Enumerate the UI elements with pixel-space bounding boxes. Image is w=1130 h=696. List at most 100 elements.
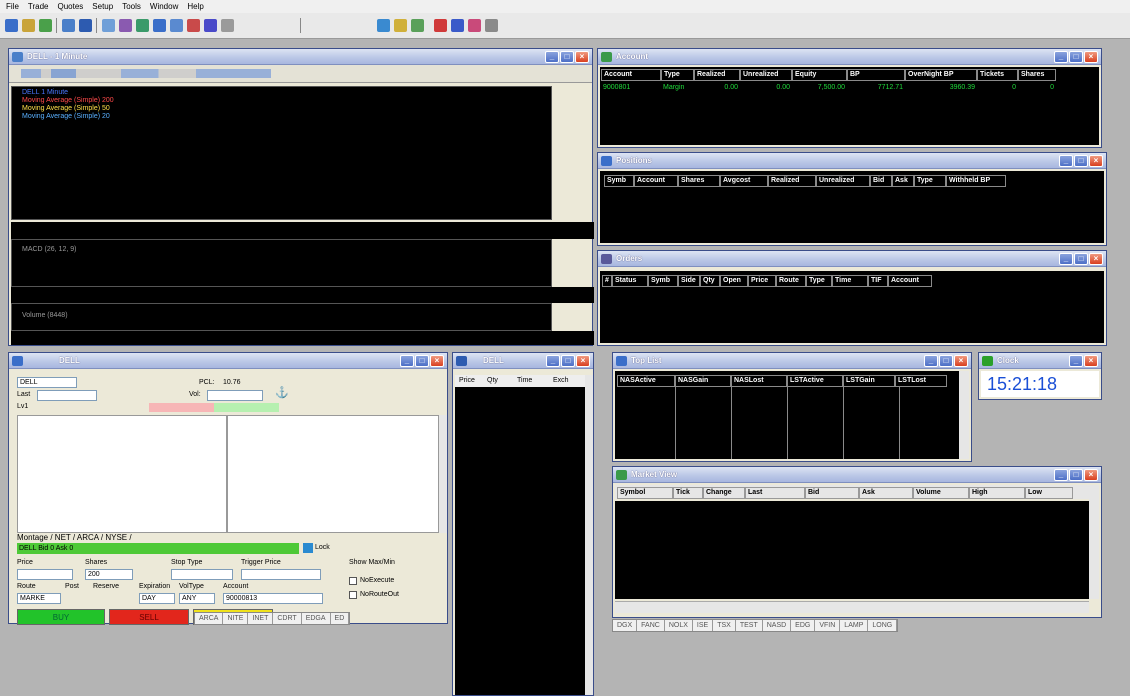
minimize-button[interactable]: _ [1054,469,1068,481]
column-header[interactable]: Type [914,175,946,187]
positions-icon[interactable] [102,19,115,32]
voltype-select[interactable]: ANY [179,593,215,604]
account-select[interactable]: 90000813 [223,593,323,604]
column-header[interactable]: Qty [487,375,517,387]
column-header[interactable]: LSTActive [787,375,843,387]
level2-bid-pane[interactable] [17,415,227,533]
toplist-titlebar[interactable]: Top List _ □ × [613,353,971,369]
column-header[interactable]: Open [720,275,748,287]
column-header[interactable]: Account [601,69,661,81]
maximize-button[interactable]: □ [939,355,953,367]
column-header[interactable]: Bid [870,175,892,187]
scanner-icon[interactable] [451,19,464,32]
connect-icon[interactable] [377,19,390,32]
maximize-button[interactable]: □ [1069,469,1083,481]
close-button[interactable]: × [430,355,444,367]
column-header[interactable]: Volume [913,487,969,499]
exchange-button[interactable]: EDG [791,620,816,631]
column-header[interactable]: Realized [694,69,740,81]
minimize-button[interactable]: _ [546,355,560,367]
arrow-icon[interactable] [187,19,200,32]
close-button[interactable]: × [576,355,590,367]
column-header[interactable]: Account [634,175,678,187]
chart-icon[interactable] [39,19,52,32]
market-hscrollbar[interactable] [615,601,1089,613]
orders-titlebar[interactable]: Orders _ □ × [598,251,1106,267]
column-header[interactable]: LSTLost [895,375,947,387]
maximize-button[interactable]: □ [1074,155,1088,167]
close-button[interactable]: × [1084,355,1098,367]
column-header[interactable]: Tickets [977,69,1018,81]
column-header[interactable]: Ask [892,175,914,187]
exchange-button[interactable]: EDGA [302,613,331,624]
menu-tools[interactable]: Tools [122,2,141,11]
clock-titlebar[interactable]: Clock _ × [979,353,1101,369]
exchange-button[interactable]: DGX [613,620,638,631]
column-header[interactable]: Price [748,275,776,287]
column-header[interactable]: Type [661,69,694,81]
exchange-tabs[interactable]: Montage / NET / ARCA / NYSE / [17,533,132,542]
montage-titlebar[interactable]: DELL _ □ × [9,353,447,369]
column-header[interactable]: Ask [859,487,913,499]
menu-trade[interactable]: Trade [28,2,49,11]
column-header[interactable]: Symb [648,275,678,287]
close-button[interactable]: × [575,51,589,63]
macd-pane[interactable]: MACD (26, 12, 9) [11,239,552,287]
menu-window[interactable]: Window [150,2,178,11]
maximize-button[interactable]: □ [561,355,575,367]
maximize-button[interactable]: □ [1069,51,1083,63]
alert-icon[interactable] [394,19,407,32]
montage-icon[interactable] [62,19,75,32]
column-header[interactable]: Change [703,487,745,499]
column-header[interactable]: Qty [700,275,720,287]
orders-icon[interactable] [119,19,132,32]
column-header[interactable]: NASActive [617,375,675,387]
exchange-button[interactable]: LAMP [840,620,869,631]
column-header[interactable]: High [969,487,1025,499]
column-header[interactable]: NASGain [675,375,731,387]
volume-pane[interactable]: Volume (8448) [11,303,552,331]
exchange-button[interactable]: TEST [736,620,763,631]
ts-grid[interactable] [455,387,585,695]
route-select[interactable]: MARKE [17,593,61,604]
column-header[interactable]: Low [1025,487,1073,499]
minimize-button[interactable]: _ [1059,155,1073,167]
column-header[interactable]: Shares [678,175,720,187]
column-header[interactable]: Unrealized [816,175,870,187]
market-titlebar[interactable]: Market View _ □ × [613,467,1101,483]
column-header[interactable]: # [602,275,612,287]
monitor-icon[interactable] [204,19,217,32]
column-header[interactable]: Type [806,275,832,287]
market-vscrollbar[interactable] [1089,485,1099,599]
ts-titlebar[interactable]: DELL _ □ × [453,353,593,369]
menu-setup[interactable]: Setup [92,2,113,11]
column-header[interactable]: BP [847,69,905,81]
layout-icon[interactable] [468,19,481,32]
expiration-select[interactable]: DAY [139,593,175,604]
column-header[interactable]: Time [517,375,553,387]
account-icon[interactable] [136,19,149,32]
close-button[interactable]: × [1084,469,1098,481]
sell-button[interactable]: SELL [109,609,189,625]
window-icon[interactable] [5,19,18,32]
no-execute-checkbox[interactable] [349,577,357,585]
exchange-button[interactable]: ARCA [195,613,224,624]
maximize-button[interactable]: □ [560,51,574,63]
time-sales-icon[interactable] [79,19,92,32]
column-header[interactable]: Realized [768,175,816,187]
minimize-button[interactable]: _ [1054,51,1068,63]
minimize-button[interactable]: _ [924,355,938,367]
column-header[interactable]: Withheld BP [946,175,1006,187]
close-button[interactable]: × [1089,253,1103,265]
column-header[interactable]: Time [832,275,868,287]
column-header[interactable]: Last [745,487,805,499]
menu-quotes[interactable]: Quotes [58,2,84,11]
cancel-all-icon[interactable] [434,19,447,32]
lock-icon[interactable] [303,543,313,553]
minimize-button[interactable]: _ [400,355,414,367]
column-header[interactable]: Avgcost [720,175,768,187]
column-header[interactable]: Symb [604,175,634,187]
column-header[interactable]: LSTGain [843,375,895,387]
help-icon[interactable] [221,19,234,32]
exchange-button[interactable]: INET [248,613,274,624]
